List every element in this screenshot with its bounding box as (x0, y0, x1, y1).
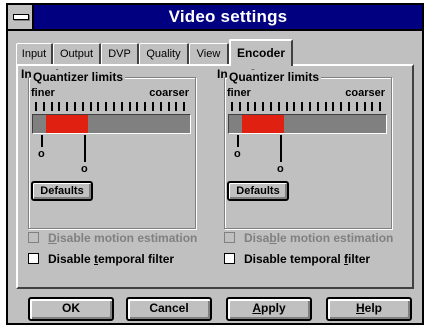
slider-tick (254, 102, 257, 111)
quantizer-slider-track[interactable] (32, 114, 191, 134)
slider-tick (113, 102, 115, 111)
min-pointer-label: o (234, 148, 241, 160)
checkbox-box[interactable] (28, 253, 39, 264)
checkbox-box[interactable] (224, 253, 235, 264)
tab-output[interactable]: Output (53, 43, 101, 64)
slider-tick (183, 102, 186, 111)
coarser-label: coarser (345, 87, 385, 99)
max-pointer-label: o (81, 163, 88, 175)
quantizer-slider-track[interactable] (228, 114, 387, 134)
checkbox-label: Disable temporal filter (48, 252, 175, 266)
slider-tick (348, 102, 350, 111)
min-pointer-line[interactable] (237, 135, 239, 147)
tab-quality[interactable]: Quality (139, 43, 189, 64)
quantizer-limits-title: Quantizer limits (31, 70, 126, 84)
slider-tick (231, 102, 233, 111)
slider-tick (270, 102, 272, 111)
slider-tick (324, 102, 327, 111)
checkbox-box[interactable] (28, 232, 39, 243)
finer-label: finer (31, 87, 55, 99)
slider-tick (277, 102, 280, 111)
defaults-button[interactable]: Defaults (31, 181, 93, 201)
slider-tick (136, 102, 139, 111)
input-1-group: Input 1 Quantizer limits finer coarser o… (20, 67, 206, 285)
window-title: Video settings (168, 7, 288, 26)
slider-tick (167, 102, 170, 111)
slider-tick (175, 102, 178, 111)
max-pointer-label: o (277, 163, 284, 175)
defaults-button[interactable]: Defaults (227, 181, 289, 201)
tab-encoder[interactable]: Encoder (229, 39, 293, 66)
tab-view[interactable]: View (189, 43, 229, 64)
defaults-label: Defaults (40, 185, 84, 197)
slider-tick (293, 102, 296, 111)
max-pointer-line[interactable] (84, 135, 86, 162)
slider-tick (159, 102, 162, 111)
slider-tick (66, 102, 69, 111)
slider-tick (340, 102, 343, 111)
slider-tick (89, 102, 92, 111)
slider-tick (379, 102, 382, 111)
quantizer-limits-title: Quantizer limits (227, 70, 322, 84)
slider-tick (128, 102, 131, 111)
slider-tick (50, 102, 53, 111)
cancel-button[interactable]: Cancel (126, 297, 212, 321)
input-2-group: Input 2 Quantizer limits finer coarser o… (216, 67, 402, 285)
title-bar: Video settings (8, 5, 422, 31)
video-settings-window: Video settings Input Output DVP Quality … (6, 3, 424, 325)
slider-tick (105, 102, 108, 111)
finer-label: finer (227, 87, 251, 99)
max-pointer-line[interactable] (280, 135, 282, 162)
slider-ticks (231, 102, 382, 112)
min-pointer-label: o (38, 148, 45, 160)
checkbox-box[interactable] (224, 232, 235, 243)
system-menu-button[interactable] (8, 5, 34, 29)
slider-tick (285, 102, 288, 111)
slider-tick (332, 102, 335, 111)
checkbox-label: Disable temporal filter (244, 252, 371, 266)
slider-tick (316, 102, 319, 111)
coarser-label: coarser (149, 87, 189, 99)
slider-tick (355, 102, 358, 111)
checkbox-label: Disable motion estimation (244, 231, 394, 245)
slider-ticks (35, 102, 186, 112)
slider-tick (144, 102, 147, 111)
help-button[interactable]: Help (326, 297, 412, 321)
slider-tick (309, 102, 311, 111)
tab-strip: Input Output DVP Quality View Encoder (16, 39, 416, 66)
slider-tick (81, 102, 84, 111)
slider-tick (35, 102, 37, 111)
apply-button[interactable]: Apply (226, 297, 312, 321)
quantizer-limits-box-1: Quantizer limits finer coarser o o Defau… (28, 70, 196, 229)
tab-input[interactable]: Input (16, 43, 53, 64)
system-menu-icon (13, 14, 29, 20)
slider-tick (246, 102, 249, 111)
slider-tick (262, 102, 265, 111)
tab-dvp[interactable]: DVP (101, 43, 139, 64)
quantizer-limits-box-2: Quantizer limits finer coarser o o Defau… (224, 70, 392, 229)
slider-tick (42, 102, 45, 111)
encoder-panel: Input 1 Quantizer limits finer coarser o… (16, 64, 414, 289)
min-pointer-line[interactable] (41, 135, 43, 147)
slider-tick (301, 102, 304, 111)
slider-tick (120, 102, 123, 111)
defaults-label: Defaults (236, 185, 280, 197)
slider-tick (97, 102, 100, 111)
slider-tick (371, 102, 374, 111)
slider-tick (363, 102, 366, 111)
checkbox-label: Disable motion estimation (48, 231, 198, 245)
slider-tick (152, 102, 154, 111)
slider-tick (238, 102, 241, 111)
ok-button[interactable]: OK (28, 297, 114, 321)
quantizer-range-fill[interactable] (45, 115, 88, 133)
slider-tick (74, 102, 76, 111)
slider-tick (58, 102, 61, 111)
quantizer-range-fill[interactable] (241, 115, 284, 133)
